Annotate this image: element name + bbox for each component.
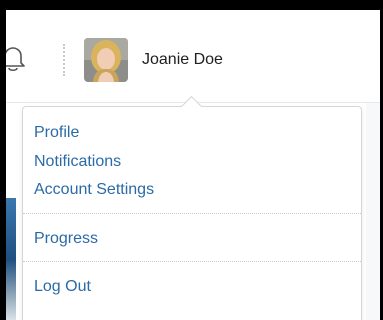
avatar (84, 38, 128, 82)
menu-item-account-settings[interactable]: Account Settings (34, 176, 361, 205)
menu-item-progress[interactable]: Progress (34, 225, 361, 254)
bell-icon[interactable] (6, 44, 30, 76)
user-dropdown-menu: Profile Notifications Account Settings P… (22, 95, 362, 320)
header-separator (63, 44, 65, 76)
menu-group-logout: Log Out (23, 263, 361, 310)
menu-group-account: Profile Notifications Account Settings (23, 107, 361, 213)
menu-item-notifications[interactable]: Notifications (34, 148, 361, 177)
menu-group-progress: Progress (23, 215, 361, 262)
menu-item-profile[interactable]: Profile (34, 119, 361, 148)
user-menu-button[interactable]: Joanie Doe (84, 36, 223, 84)
app-frame: Joanie Doe Profile Notifications Account… (0, 0, 383, 320)
menu-item-log-out[interactable]: Log Out (34, 273, 361, 302)
background-image-strip (6, 198, 16, 320)
content-panel-edge (366, 103, 380, 320)
user-name: Joanie Doe (142, 51, 223, 68)
